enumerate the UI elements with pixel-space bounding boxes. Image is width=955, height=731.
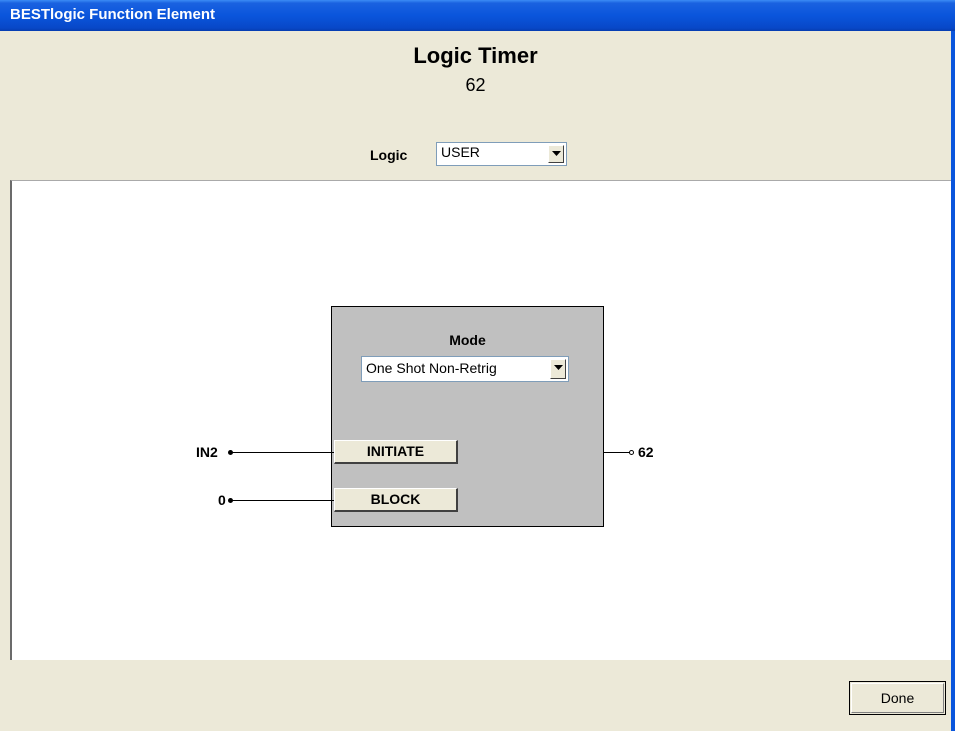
title-bar: BESTlogic Function Element <box>0 0 955 31</box>
initiate-input-label[interactable]: IN2 <box>196 444 218 460</box>
output-node-dot <box>629 450 634 455</box>
initiate-button[interactable]: INITIATE <box>334 440 458 464</box>
block-input-label[interactable]: 0 <box>218 492 226 508</box>
output-label: 62 <box>638 444 654 460</box>
block-wire <box>232 500 334 501</box>
logic-select[interactable]: USER <box>436 142 567 166</box>
block-button[interactable]: BLOCK <box>334 488 458 512</box>
logic-label: Logic <box>370 147 408 163</box>
logic-select-value: USER <box>441 144 480 160</box>
chevron-down-icon[interactable] <box>550 359 566 379</box>
output-wire <box>604 452 630 453</box>
mode-select-value: One Shot Non-Retrig <box>366 360 497 376</box>
mode-select[interactable]: One Shot Non-Retrig <box>361 356 569 382</box>
mode-label: Mode <box>449 332 486 348</box>
window-title: BESTlogic Function Element <box>10 6 216 23</box>
element-number: 62 <box>465 75 486 95</box>
done-button[interactable]: Done <box>849 681 946 715</box>
done-button-label: Done <box>880 690 915 706</box>
chevron-down-icon[interactable] <box>548 145 564 163</box>
page-title: Logic Timer <box>413 43 538 68</box>
window-frame <box>951 31 955 731</box>
initiate-wire <box>232 452 334 453</box>
